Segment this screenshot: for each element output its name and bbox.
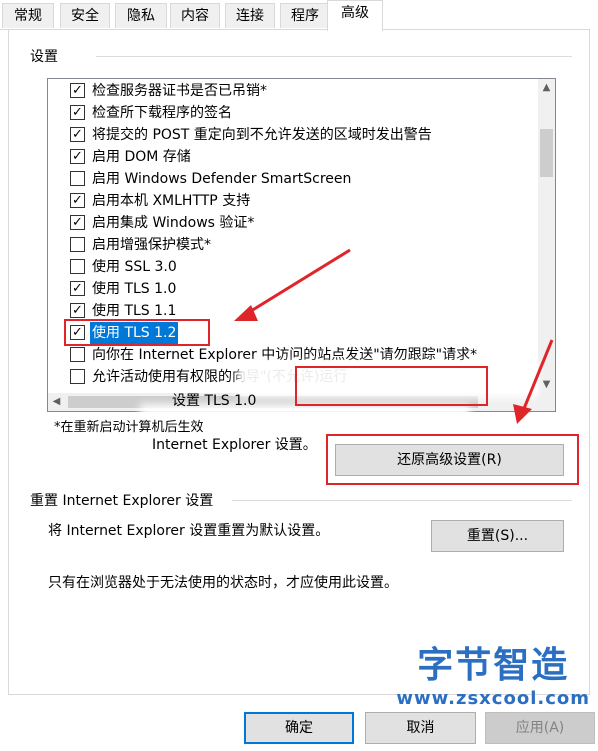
annotation-arrows <box>234 248 554 424</box>
arrow-tls12 <box>245 248 351 316</box>
arrow-restore-head <box>513 404 532 424</box>
tab-advanced[interactable]: 高级 <box>327 0 383 31</box>
arrow-restore <box>521 339 554 412</box>
